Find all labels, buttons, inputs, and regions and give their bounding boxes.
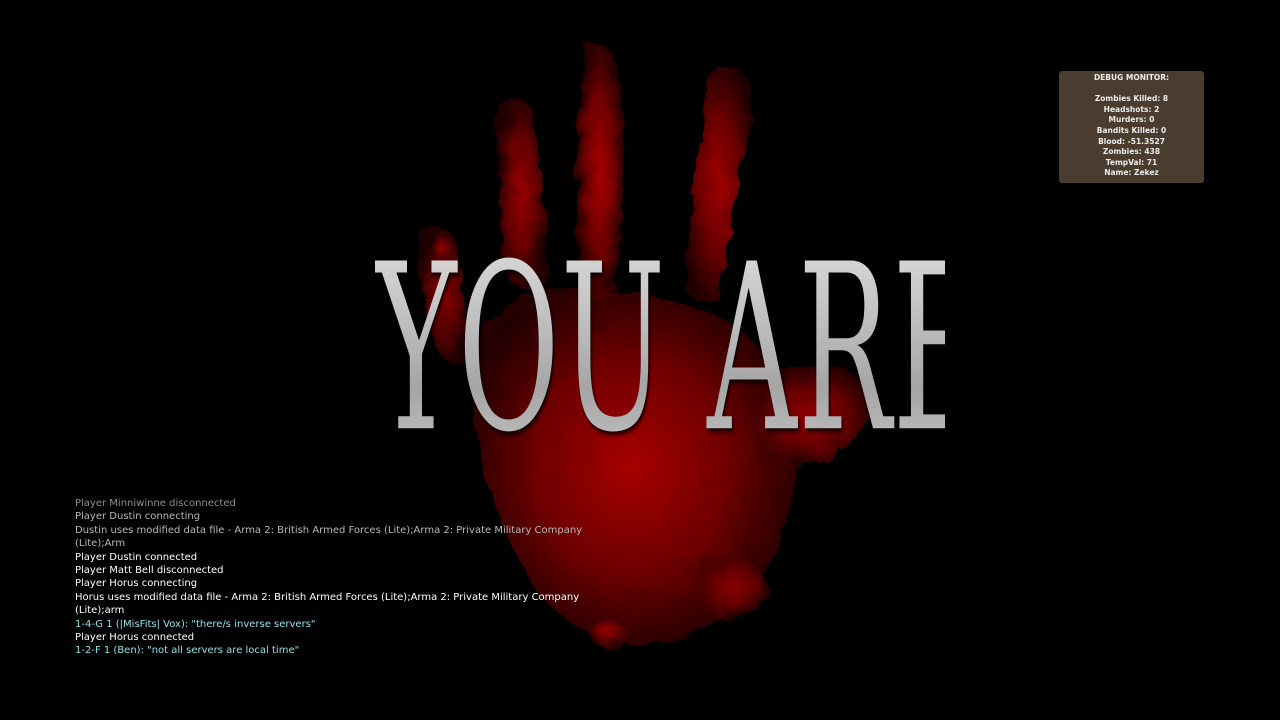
stat-zombies: Zombies: 438 bbox=[1102, 147, 1161, 157]
debug-monitor-header: DEBUG MONITOR: bbox=[1093, 73, 1170, 82]
chat-line: Player Minniwinne disconnected bbox=[75, 498, 236, 509]
debug-monitor-spacer bbox=[1063, 84, 1200, 95]
stat-bandits-killed: Bandits Killed: 0 bbox=[1096, 125, 1167, 135]
stat-name: Name: Zekez bbox=[1104, 168, 1159, 178]
stat-murders: Murders: 0 bbox=[1108, 115, 1155, 125]
chat-line: (Lite);Arm bbox=[75, 538, 126, 550]
stat-zombies-killed: Zombies Killed: 8 bbox=[1094, 94, 1169, 104]
chat-line: Player Horus connecting bbox=[75, 578, 198, 590]
chat-line: Player Matt Bell disconnected bbox=[75, 565, 224, 577]
stat-tempval: TempVal: 71 bbox=[1105, 157, 1158, 167]
chat-line: Player Dustin connected bbox=[75, 551, 198, 563]
chat-line: Player Dustin connecting bbox=[75, 511, 201, 523]
stat-headshots: Headshots: 2 bbox=[1103, 104, 1160, 114]
chat-line-side-channel: 1-4-G 1 (|MisFits| Vox): "there/s invers… bbox=[75, 618, 316, 630]
death-screen: YOU ARE DEAD DEBUG MONITOR: Zombies Kill… bbox=[0, 0, 1280, 720]
chat-log: Player Minniwinne disconnected Player Du… bbox=[75, 497, 635, 658]
debug-monitor-panel: DEBUG MONITOR: Zombies Killed: 8 Headsho… bbox=[1059, 71, 1204, 183]
chat-line-side-channel: 1-2-F 1 (Ben): "not all servers are loca… bbox=[75, 645, 300, 657]
you-are-dead-title: YOU ARE DEAD bbox=[375, 160, 1280, 540]
chat-line: Horus uses modified data file - Arma 2: … bbox=[75, 591, 580, 603]
stat-blood: Blood: -51.3527 bbox=[1098, 136, 1165, 146]
chat-line: Player Horus connected bbox=[75, 632, 195, 644]
chat-line: (Lite);arm bbox=[75, 605, 125, 617]
chat-line: Dustin uses modified data file - Arma 2:… bbox=[75, 524, 583, 536]
